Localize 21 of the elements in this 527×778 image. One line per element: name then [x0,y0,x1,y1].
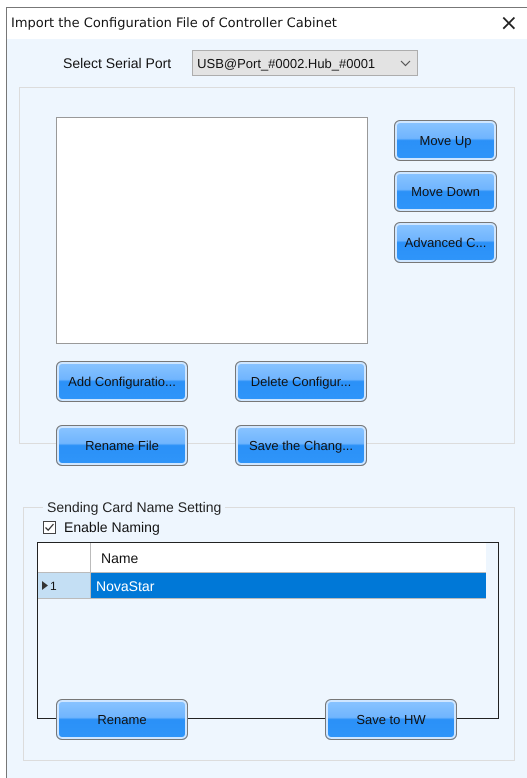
caret-icon [400,60,412,66]
row-pointer-icon [42,581,48,590]
group-title: Sending Card Name Setting [46,499,222,515]
column-header: Name [100,548,140,568]
window-title: Import the Configuration File of Controller Cabinet [11,16,337,31]
side-action-button[interactable]: Move Up [394,120,497,161]
checkbox-label: Enable Naming [64,519,160,535]
serial-port-dropdown[interactable]: USB@Port_#0002.Hub_#0001 [192,50,418,76]
file-action-button[interactable]: Delete Configur... [235,361,367,402]
side-action-button[interactable]: Advanced C... [394,222,497,263]
serial-port-label: Select Serial Port [63,55,172,71]
checkbox[interactable] [43,520,56,534]
file-action-button[interactable]: Add Configuratio... [56,361,188,402]
table-cell[interactable]: NovaStar [91,573,486,598]
naming-action-button[interactable]: Rename [56,699,188,740]
row-header: 1 [38,573,91,598]
naming-action-button[interactable]: Save to HW [325,699,457,740]
close-button[interactable]: × [490,12,527,34]
side-action-button[interactable]: Move Down [394,171,497,212]
file-action-button[interactable]: Rename File [56,425,188,466]
file-action-button[interactable]: Save the Chang... [235,425,367,466]
